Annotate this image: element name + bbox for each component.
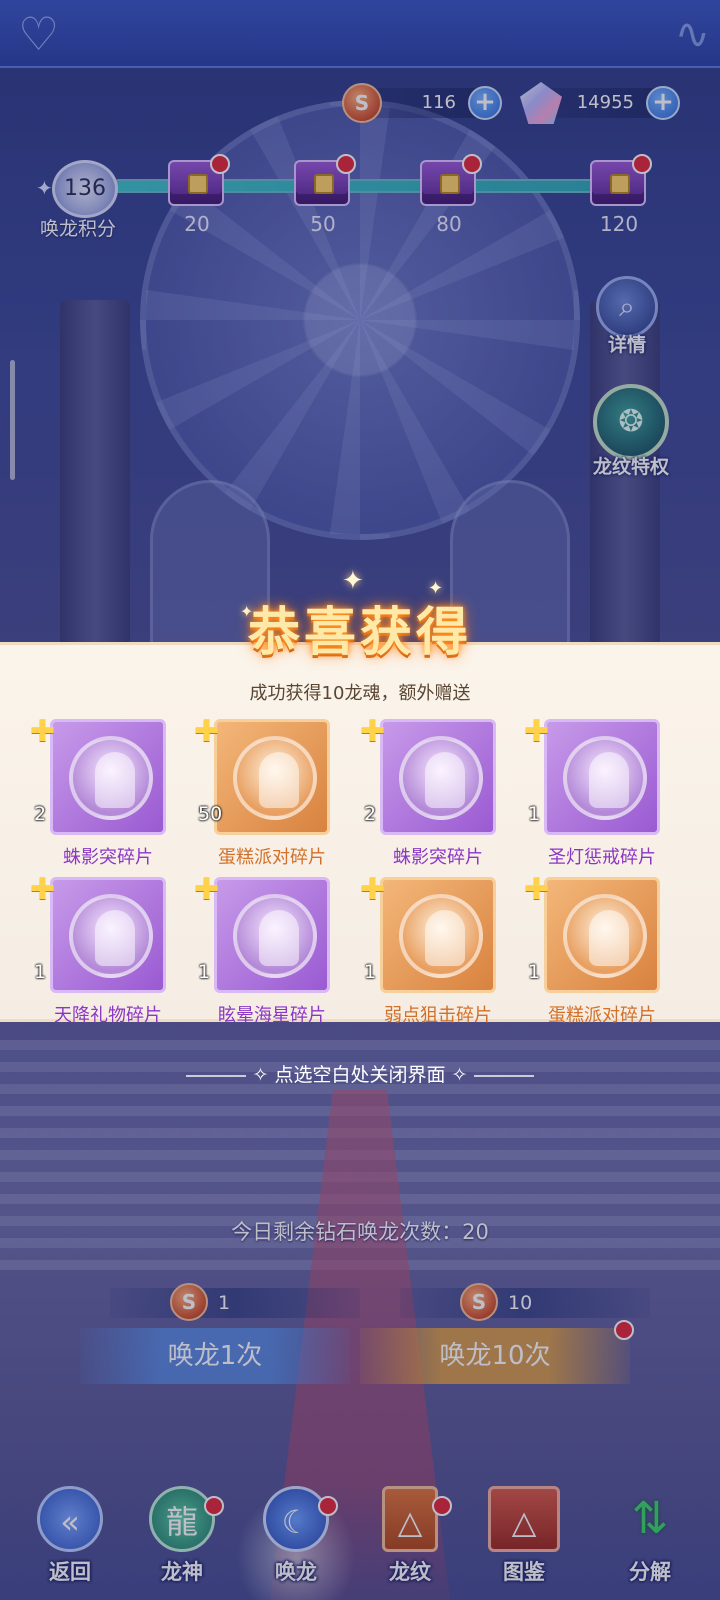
item-frame bbox=[380, 877, 496, 993]
puzzle-piece-icon: ✚ bbox=[30, 872, 56, 907]
item-frame bbox=[544, 719, 660, 835]
reward-item[interactable]: ✚ 50 蛋糕派对碎片 bbox=[192, 715, 332, 869]
item-frame bbox=[214, 719, 330, 835]
close-hint-text: 点选空白处关闭界面 bbox=[274, 1064, 446, 1086]
character-portrait bbox=[69, 736, 153, 820]
close-hint: ✧ 点选空白处关闭界面 ✧ bbox=[0, 1060, 720, 1087]
character-portrait bbox=[233, 894, 317, 978]
item-name: 蛋糕派对碎片 bbox=[218, 847, 326, 868]
puzzle-piece-icon: ✚ bbox=[360, 872, 386, 907]
item-quantity: 2 bbox=[34, 803, 47, 825]
item-name: 弱点狙击碎片 bbox=[384, 1005, 492, 1026]
item-frame bbox=[380, 719, 496, 835]
item-name: 蛛影突碎片 bbox=[393, 847, 483, 868]
character-portrait bbox=[233, 736, 317, 820]
puzzle-piece-icon: ✚ bbox=[524, 872, 550, 907]
item-frame bbox=[544, 877, 660, 993]
puzzle-piece-icon: ✚ bbox=[30, 714, 56, 749]
reward-item[interactable]: ✚ 2 蛛影突碎片 bbox=[28, 715, 168, 869]
reward-popup: 成功获得10龙魂，额外赠送 ✚ 2 蛛影突碎片 ✚ 50 蛋糕派对碎片 ✚ 2 … bbox=[0, 642, 720, 1026]
item-frame bbox=[50, 719, 166, 835]
item-name: 蛛影突碎片 bbox=[63, 847, 153, 868]
item-name: 眩晕海星碎片 bbox=[218, 1005, 326, 1026]
item-quantity: 1 bbox=[528, 803, 541, 825]
character-portrait bbox=[399, 736, 483, 820]
character-portrait bbox=[563, 736, 647, 820]
reward-item[interactable]: ✚ 1 眩晕海星碎片 bbox=[192, 873, 332, 1027]
item-quantity: 1 bbox=[34, 961, 47, 983]
item-name: 圣灯惩戒碎片 bbox=[548, 847, 656, 868]
reward-item[interactable]: ✚ 1 蛋糕派对碎片 bbox=[522, 873, 662, 1027]
popup-title: 恭喜获得 bbox=[247, 602, 472, 663]
item-name: 天降礼物碎片 bbox=[54, 1005, 162, 1026]
character-portrait bbox=[563, 894, 647, 978]
puzzle-piece-icon: ✚ bbox=[194, 714, 220, 749]
reward-item[interactable]: ✚ 1 圣灯惩戒碎片 bbox=[522, 715, 662, 869]
puzzle-piece-icon: ✚ bbox=[360, 714, 386, 749]
reward-item[interactable]: ✚ 1 天降礼物碎片 bbox=[28, 873, 168, 1027]
item-name: 蛋糕派对碎片 bbox=[548, 1005, 656, 1026]
item-frame bbox=[214, 877, 330, 993]
item-frame bbox=[50, 877, 166, 993]
divider bbox=[186, 1074, 247, 1077]
puzzle-piece-icon: ✚ bbox=[524, 714, 550, 749]
reward-item[interactable]: ✚ 2 蛛影突碎片 bbox=[358, 715, 498, 869]
character-portrait bbox=[69, 894, 153, 978]
puzzle-piece-icon: ✚ bbox=[194, 872, 220, 907]
item-quantity: 1 bbox=[528, 961, 541, 983]
item-quantity: 1 bbox=[198, 961, 211, 983]
item-quantity: 50 bbox=[198, 803, 223, 825]
divider bbox=[473, 1074, 534, 1077]
reward-item[interactable]: ✚ 1 弱点狙击碎片 bbox=[358, 873, 498, 1027]
popup-subtitle: 成功获得10龙魂，额外赠送 bbox=[249, 683, 471, 704]
character-portrait bbox=[399, 894, 483, 978]
item-quantity: 1 bbox=[364, 961, 377, 983]
item-quantity: 2 bbox=[364, 803, 377, 825]
